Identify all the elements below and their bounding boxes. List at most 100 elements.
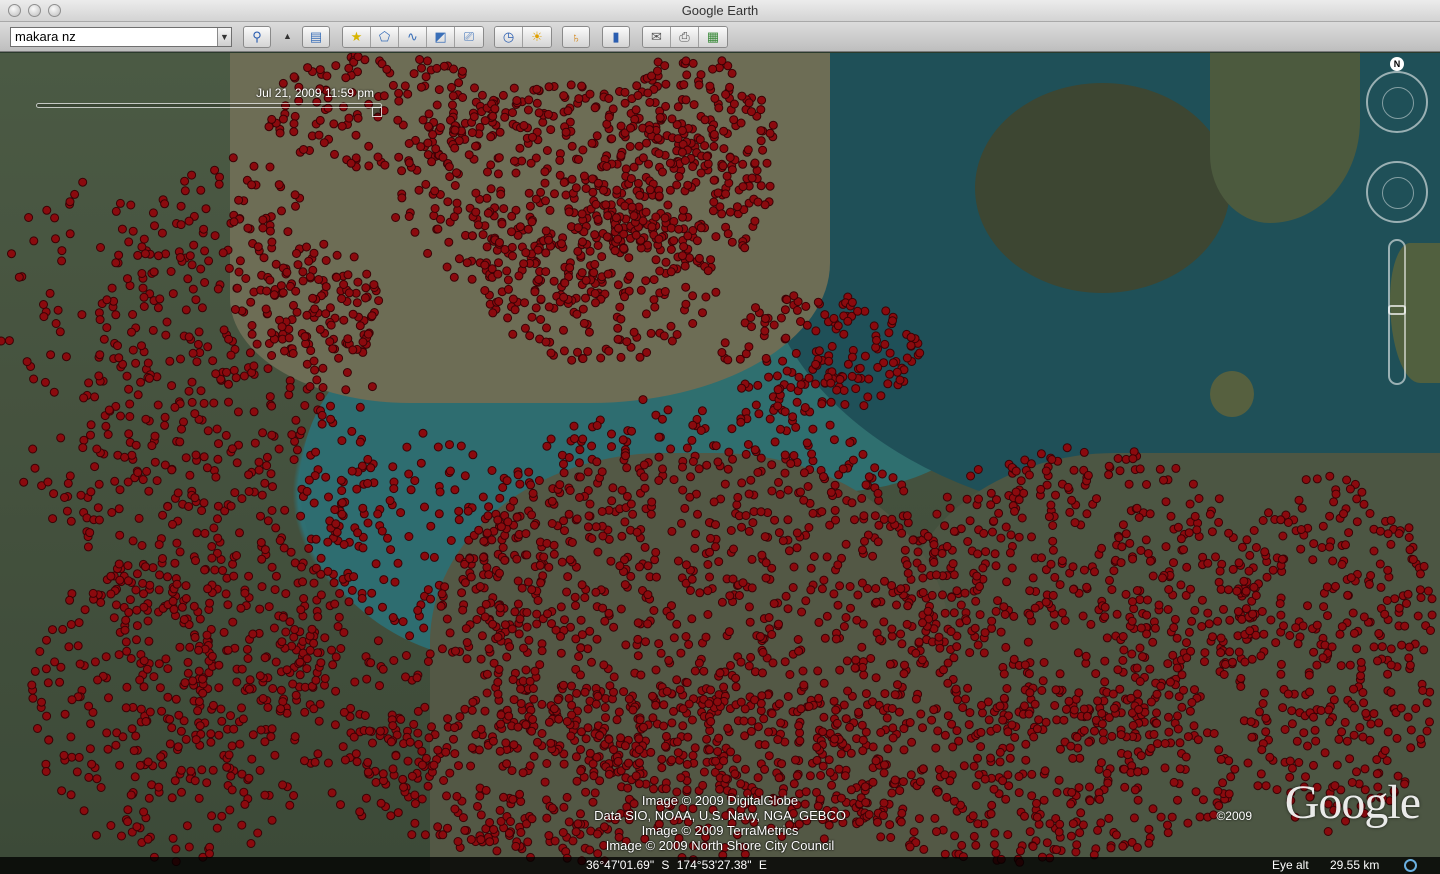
placemark-dot[interactable] <box>927 590 937 600</box>
placemark-dot[interactable] <box>496 189 506 199</box>
placemark-dot[interactable] <box>166 267 176 276</box>
placemark-dot[interactable] <box>761 558 771 568</box>
placemark-dot[interactable] <box>1020 660 1030 670</box>
placemark-dot[interactable] <box>902 511 912 521</box>
placemark-dot[interactable] <box>1025 688 1035 698</box>
placemark-dot[interactable] <box>713 188 723 198</box>
placemark-dot[interactable] <box>933 787 943 797</box>
placemark-dot[interactable] <box>382 64 392 74</box>
placemark-dot[interactable] <box>940 770 950 780</box>
placemark-dot[interactable] <box>96 783 106 792</box>
placemark-dot[interactable] <box>814 693 824 703</box>
placemark-dot[interactable] <box>1325 717 1335 727</box>
placemark-dot[interactable] <box>649 775 659 785</box>
placemark-dot[interactable] <box>942 792 952 802</box>
placemark-dot[interactable] <box>1057 556 1067 566</box>
placemark-dot[interactable] <box>355 402 365 412</box>
placemark-dot[interactable] <box>620 87 630 97</box>
placemark-dot[interactable] <box>229 217 239 227</box>
placemark-dot[interactable] <box>1234 647 1244 657</box>
placemark-dot[interactable] <box>1006 530 1016 540</box>
placemark-dot[interactable] <box>66 620 76 629</box>
placemark-dot[interactable] <box>434 509 444 519</box>
placemark-dot[interactable] <box>979 528 989 538</box>
placemark-dot[interactable] <box>965 648 975 658</box>
placemark-dot[interactable] <box>165 739 175 749</box>
placemark-dot[interactable] <box>585 499 595 509</box>
placemark-dot[interactable] <box>570 434 579 444</box>
placemark-dot[interactable] <box>601 713 610 723</box>
placemark-dot[interactable] <box>751 400 761 410</box>
placemark-dot[interactable] <box>728 574 738 584</box>
placemark-dot[interactable] <box>805 771 815 781</box>
placemark-dot[interactable] <box>1337 727 1347 737</box>
placemark-dot[interactable] <box>647 222 657 232</box>
placemark-dot[interactable] <box>124 237 134 247</box>
placemark-dot[interactable] <box>1244 566 1254 576</box>
placemark-dot[interactable] <box>1216 633 1226 643</box>
placemark-dot[interactable] <box>252 339 262 349</box>
placemark-dot[interactable] <box>278 612 288 622</box>
placemark-dot[interactable] <box>203 342 213 352</box>
placemark-dot[interactable] <box>51 234 60 244</box>
placemark-dot[interactable] <box>73 641 83 651</box>
placemark-dot[interactable] <box>702 460 712 470</box>
placemark-dot[interactable] <box>1241 586 1251 596</box>
placemark-dot[interactable] <box>221 589 231 599</box>
placemark-dot[interactable] <box>824 356 834 366</box>
placemark-dot[interactable] <box>222 367 231 377</box>
placemark-dot[interactable] <box>654 476 664 485</box>
placemark-dot[interactable] <box>1169 777 1179 787</box>
placemark-dot[interactable] <box>287 430 297 440</box>
placemark-dot[interactable] <box>1253 781 1263 791</box>
placemark-dot[interactable] <box>163 692 173 702</box>
placemark-dot[interactable] <box>194 645 204 655</box>
placemark-dot[interactable] <box>635 758 644 768</box>
placemark-dot[interactable] <box>641 637 650 647</box>
placemark-dot[interactable] <box>308 293 318 303</box>
placemark-dot[interactable] <box>185 642 195 652</box>
placemark-dot[interactable] <box>285 800 295 810</box>
placemark-dot[interactable] <box>549 540 559 550</box>
placemark-dot[interactable] <box>902 619 912 629</box>
placemark-dot[interactable] <box>268 482 277 492</box>
placemark-dot[interactable] <box>409 69 419 79</box>
placemark-dot[interactable] <box>1086 619 1096 629</box>
placemark-dot[interactable] <box>258 215 268 225</box>
placemark-dot[interactable] <box>783 692 793 701</box>
placemark-dot[interactable] <box>123 274 132 284</box>
placemark-dot[interactable] <box>871 597 881 607</box>
placemark-dot[interactable] <box>1090 726 1099 736</box>
placemark-dot[interactable] <box>1145 509 1155 519</box>
placemark-dot[interactable] <box>403 89 413 99</box>
placemark-dot[interactable] <box>587 441 597 451</box>
placemark-dot[interactable] <box>876 391 886 401</box>
placemark-dot[interactable] <box>709 130 719 139</box>
placemark-dot[interactable] <box>417 63 426 73</box>
placemark-dot[interactable] <box>293 260 303 270</box>
placemark-dot[interactable] <box>124 429 134 439</box>
placemark-dot[interactable] <box>394 88 404 98</box>
placemark-dot[interactable] <box>1128 454 1138 464</box>
placemark-dot[interactable] <box>48 625 57 635</box>
placemark-dot[interactable] <box>364 606 374 616</box>
placemark-dot[interactable] <box>183 668 193 678</box>
placemark-dot[interactable] <box>690 666 700 676</box>
placemark-dot[interactable] <box>245 348 255 358</box>
placemark-dot[interactable] <box>932 827 941 837</box>
placemark-dot[interactable] <box>840 771 850 781</box>
placemark-dot[interactable] <box>585 748 595 758</box>
placemark-dot[interactable] <box>515 479 525 489</box>
placemark-dot[interactable] <box>147 441 157 451</box>
placemark-dot[interactable] <box>761 573 771 583</box>
placemark-dot[interactable] <box>963 537 973 546</box>
placemark-dot[interactable] <box>811 326 821 336</box>
placemark-dot[interactable] <box>255 765 265 775</box>
placemark-dot[interactable] <box>289 119 299 129</box>
placemark-dot[interactable] <box>533 596 543 605</box>
placemark-dot[interactable] <box>27 680 37 690</box>
placemark-dot[interactable] <box>698 780 708 790</box>
placemark-dot[interactable] <box>77 310 87 320</box>
placemark-dot[interactable] <box>364 141 374 151</box>
placemark-dot[interactable] <box>767 460 777 470</box>
